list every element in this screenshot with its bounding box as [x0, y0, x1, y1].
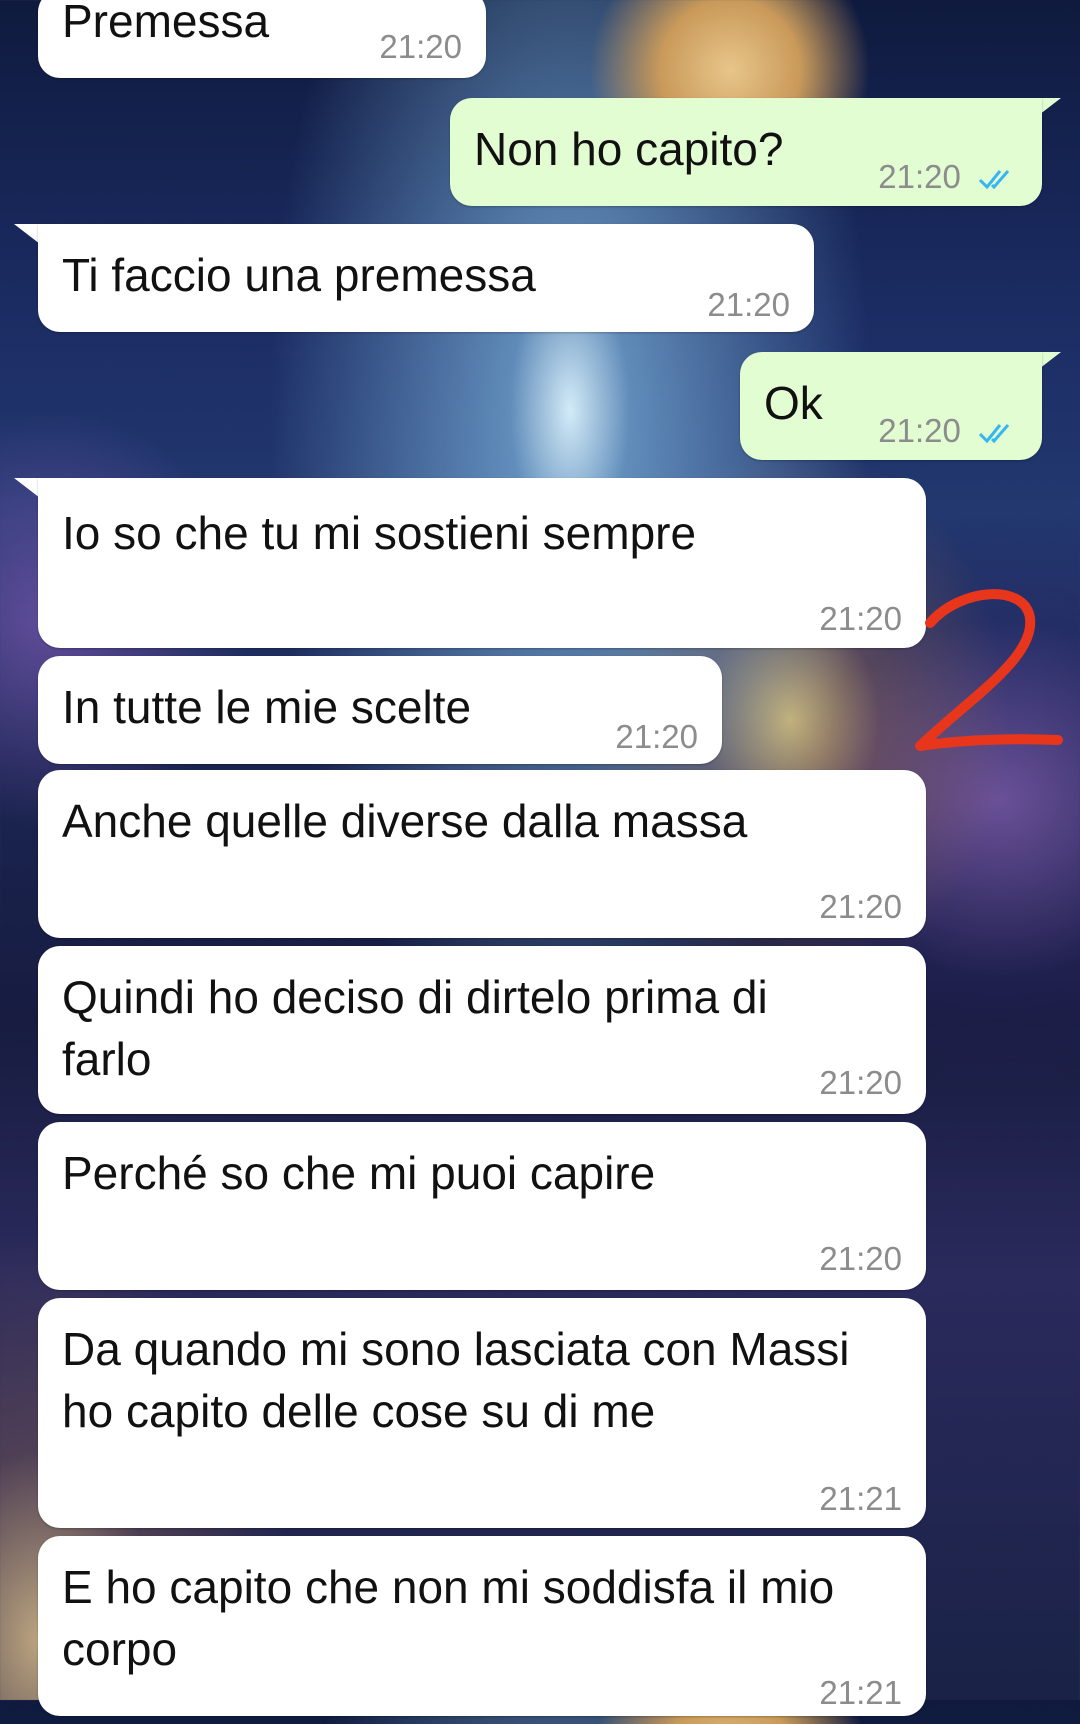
- message-text: E ho capito che non mi soddisfa il mio c…: [62, 1561, 835, 1675]
- message-text: Anche quelle diverse dalla massa: [62, 795, 748, 847]
- handwritten-annotation: [915, 589, 1063, 751]
- message-time-label: 21:20: [878, 158, 961, 195]
- message-time: 21:20: [615, 718, 698, 755]
- message-text: Io so che tu mi sostieni sempre: [62, 507, 697, 559]
- message-time: 21:20: [878, 400, 1018, 462]
- message-time: 21:20: [819, 1240, 902, 1277]
- bubble-tail: [14, 224, 40, 244]
- message-time: 21:20: [819, 600, 902, 637]
- message-text: Quindi ho deciso di dirtelo prima di far…: [62, 971, 768, 1085]
- message-bubble-outgoing[interactable]: Non ho capito? 21:20: [450, 98, 1042, 206]
- message-time: 21:20: [707, 286, 790, 323]
- message-bubble-incoming[interactable]: Io so che tu mi sostieni sempre 21:20: [38, 478, 926, 648]
- chat-message-list[interactable]: Premessa 21:20 Non ho capito? 21:20 Ti f…: [0, 0, 1080, 1716]
- message-bubble-incoming[interactable]: Perché so che mi puoi capire 21:20: [38, 1122, 926, 1290]
- message-time-label: 21:20: [878, 412, 961, 449]
- message-text: Perché so che mi puoi capire: [62, 1147, 656, 1199]
- message-bubble-incoming[interactable]: Ti faccio una premessa 21:20: [38, 224, 814, 332]
- message-bubble-incoming[interactable]: Quindi ho deciso di dirtelo prima di far…: [38, 946, 926, 1114]
- message-bubble-outgoing[interactable]: Ok 21:20: [740, 352, 1042, 460]
- message-time: 21:21: [819, 1480, 902, 1517]
- message-time: 21:20: [819, 888, 902, 925]
- message-time: 21:21: [819, 1674, 902, 1711]
- message-time: 21:20: [878, 146, 1018, 208]
- message-bubble-incoming[interactable]: Premessa 21:20: [38, 0, 486, 78]
- double-check-icon: [978, 170, 1010, 190]
- annotation-label: 2: [0, 0, 1, 1]
- double-check-icon: [978, 424, 1010, 444]
- bubble-tail: [14, 478, 40, 498]
- message-bubble-incoming[interactable]: E ho capito che non mi soddisfa il mio c…: [38, 1536, 926, 1716]
- message-text: Da quando mi sono lasciata con Massi ho …: [62, 1323, 850, 1437]
- message-bubble-incoming[interactable]: Anche quelle diverse dalla massa 21:20: [38, 770, 926, 938]
- message-bubble-incoming[interactable]: In tutte le mie scelte 21:20: [38, 656, 722, 764]
- message-time: 21:20: [819, 1064, 902, 1101]
- message-bubble-incoming[interactable]: Da quando mi sono lasciata con Massi ho …: [38, 1298, 926, 1528]
- message-text: Ti faccio una premessa: [62, 249, 536, 301]
- message-text: In tutte le mie scelte: [62, 681, 472, 733]
- message-time: 21:20: [379, 28, 462, 65]
